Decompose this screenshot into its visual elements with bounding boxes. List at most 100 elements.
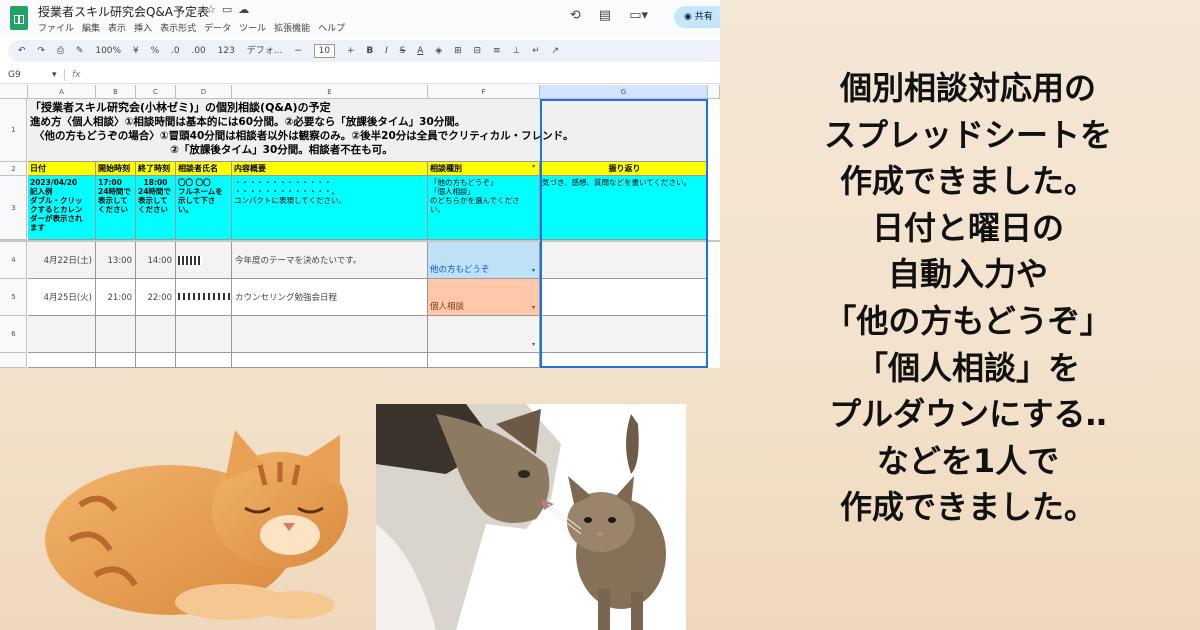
type-dropdown-cell[interactable]: ▾	[428, 316, 540, 353]
example-name-cell[interactable]: 〇〇 〇〇 フルネームを 示して下さ い。	[176, 176, 232, 240]
chevron-down-icon[interactable]: ▾	[532, 341, 535, 348]
col-header-d[interactable]: D	[176, 85, 232, 99]
print-icon[interactable]: ⎙	[57, 46, 64, 56]
zoom-select[interactable]: 100%	[95, 46, 121, 56]
chevron-down-icon[interactable]: ▾	[532, 267, 535, 274]
menu-file[interactable]: ファイル	[38, 24, 74, 34]
date-cell[interactable]	[28, 353, 96, 368]
meet-icon[interactable]: ▭▾	[629, 8, 648, 23]
strikethrough-icon[interactable]: S	[400, 46, 406, 56]
font-size-input[interactable]: 10	[313, 44, 336, 58]
paint-format-icon[interactable]: ✎	[76, 46, 84, 56]
number-format-button[interactable]: 123	[218, 46, 235, 56]
increase-decimal-button[interactable]: .00	[191, 46, 205, 56]
example-start-cell[interactable]: 17:00 24時間で 表示して ください	[96, 176, 136, 240]
name-cell[interactable]	[176, 353, 232, 368]
header-reflection[interactable]: 振り返り	[540, 162, 708, 176]
example-type-cell[interactable]: 「他の方もどうぞ」 「個人相談」 のどちらかを選んでくださ い。	[428, 176, 540, 240]
row-header-3[interactable]: 3	[0, 176, 27, 240]
row-header-1[interactable]: 1	[0, 99, 27, 162]
history-icon[interactable]: ⟲	[570, 8, 581, 23]
valign-icon[interactable]: ⊥	[512, 46, 520, 56]
col-header-a[interactable]: A	[28, 85, 96, 99]
borders-icon[interactable]: ⊞	[454, 46, 462, 56]
menu-tools[interactable]: ツール	[239, 24, 266, 34]
content-cell[interactable]: 今年度のテーマを決めたいです。	[232, 242, 428, 279]
header-type[interactable]: 相談種別 ▾	[428, 162, 540, 176]
date-cell[interactable]: 4月25日(火)	[28, 279, 96, 316]
row-header-7[interactable]	[0, 353, 27, 368]
type-dropdown-cell[interactable]: 他の方もどうぞ ▾	[428, 242, 540, 279]
fill-color-icon[interactable]: ◈	[435, 46, 442, 56]
reflection-cell[interactable]	[540, 279, 708, 316]
name-cell-redacted[interactable]	[176, 279, 232, 316]
menu-data[interactable]: データ	[204, 24, 231, 34]
menu-help[interactable]: ヘルプ	[318, 24, 345, 34]
col-header-b[interactable]: B	[96, 85, 136, 99]
reflection-cell[interactable]	[540, 353, 708, 368]
bold-icon[interactable]: B	[366, 46, 373, 56]
name-box[interactable]: G9	[8, 66, 21, 84]
share-button[interactable]: ◉ 共有	[674, 6, 720, 28]
content-cell[interactable]	[232, 316, 428, 353]
row-header-4[interactable]: 4	[0, 242, 27, 279]
sheets-logo-icon[interactable]	[10, 6, 28, 30]
end-cell[interactable]: 14:00	[136, 242, 176, 279]
end-cell[interactable]	[136, 353, 176, 368]
date-cell[interactable]: 4月22日(土)	[28, 242, 96, 279]
end-cell[interactable]: 22:00	[136, 279, 176, 316]
font-select[interactable]: デフォ...	[247, 46, 283, 56]
header-content[interactable]: 内容概要	[232, 162, 428, 176]
row-header-2[interactable]: 2	[0, 162, 27, 176]
example-end-cell[interactable]: 18:00 24時間で 表示して ください	[136, 176, 176, 240]
example-content-cell[interactable]: ・・・・・・・・・・・・・ ・・・・・・・・・・・・・。 コンパクトに表現してく…	[232, 176, 428, 240]
menu-insert[interactable]: 挿入	[134, 24, 152, 34]
menu-extensions[interactable]: 拡張機能	[274, 24, 310, 34]
redo-icon[interactable]: ↷	[37, 46, 45, 56]
start-cell[interactable]	[96, 316, 136, 353]
reflection-cell[interactable]	[540, 316, 708, 353]
content-cell[interactable]	[232, 353, 428, 368]
font-size-decrease[interactable]: −	[294, 46, 302, 56]
start-cell[interactable]	[96, 353, 136, 368]
end-cell[interactable]	[136, 316, 176, 353]
row-header-6[interactable]: 6	[0, 316, 27, 353]
type-dropdown-cell[interactable]: 個人相談 ▾	[428, 279, 540, 316]
name-cell[interactable]	[176, 316, 232, 353]
header-start[interactable]: 開始時刻	[96, 162, 136, 176]
star-icon[interactable]: ☆	[206, 3, 222, 16]
chevron-down-icon[interactable]: ▾	[532, 304, 535, 311]
example-date-cell[interactable]: 2023/04/20 記入例 ダブル・クリッ クするとカレン ダーが表示され ま…	[28, 176, 96, 240]
menu-format[interactable]: 表示形式	[160, 24, 196, 34]
align-icon[interactable]: ≡	[493, 46, 501, 56]
menu-view[interactable]: 表示	[108, 24, 126, 34]
currency-button[interactable]: ¥	[133, 46, 139, 56]
italic-icon[interactable]: I	[385, 46, 388, 56]
wrap-icon[interactable]: ↵	[532, 46, 540, 56]
name-box-dropdown-icon[interactable]: ▾	[52, 66, 57, 84]
col-header-h[interactable]	[708, 85, 720, 99]
col-header-f[interactable]: F	[428, 85, 540, 99]
undo-icon[interactable]: ↶	[18, 46, 26, 56]
col-header-g[interactable]: G	[540, 85, 708, 99]
merge-icon[interactable]: ⊟	[474, 46, 482, 56]
example-reflection-cell[interactable]: 気づき、感想、質問などを書いてください。	[540, 176, 708, 240]
comment-icon[interactable]: ▤	[599, 8, 611, 23]
reflection-cell[interactable]	[540, 242, 708, 279]
col-header-e[interactable]: E	[232, 85, 428, 99]
folder-icon[interactable]: ▭	[222, 3, 238, 16]
header-date[interactable]: 日付	[28, 162, 96, 176]
header-name[interactable]: 相談者氏名	[176, 162, 232, 176]
row-header-5[interactable]: 5	[0, 279, 27, 316]
type-dropdown-cell[interactable]	[428, 353, 540, 368]
col-header-c[interactable]: C	[136, 85, 176, 99]
start-cell[interactable]: 21:00	[96, 279, 136, 316]
font-size-increase[interactable]: +	[347, 46, 355, 56]
date-cell[interactable]	[28, 316, 96, 353]
text-color-icon[interactable]: A	[417, 46, 423, 56]
start-cell[interactable]: 13:00	[96, 242, 136, 279]
doc-title[interactable]: 授業者スキル研究会Q&A予定表	[38, 3, 209, 20]
name-cell-redacted[interactable]	[176, 242, 232, 279]
decrease-decimal-button[interactable]: .0	[171, 46, 180, 56]
header-end[interactable]: 終了時刻	[136, 162, 176, 176]
